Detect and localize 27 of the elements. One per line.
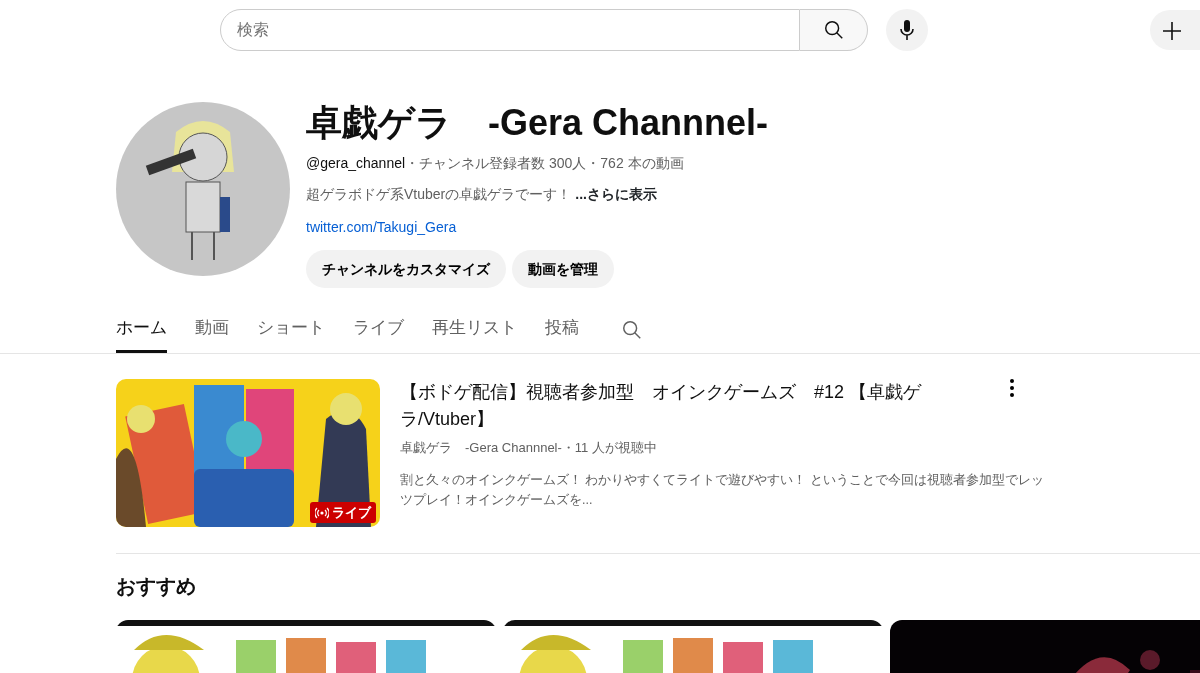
video-description: 割と久々のオインクゲームズ！ わかりやすくてライトで遊びやすい！ ということで今回は視聴者参加型でレッツプレイ！オインクゲームズを...	[400, 471, 1045, 509]
channel-tab[interactable]: 動画	[195, 305, 229, 354]
channel-meta: @gera_channel・チャンネル登録者数 300人・762 本の動画	[306, 154, 685, 174]
video-meta: 卓戯ゲラ -Gera Channnel-・11 人が視聴中	[400, 439, 658, 458]
channel-action-button[interactable]: 動画を管理	[512, 250, 614, 289]
channel-title: 卓戯ゲラ -Gera Channnel-	[306, 102, 769, 144]
search-field[interactable]: 検索	[220, 9, 800, 51]
search-icon[interactable]	[621, 319, 643, 342]
broadcast-icon	[315, 506, 329, 519]
search-button[interactable]	[800, 9, 868, 51]
plus-icon	[1162, 20, 1182, 41]
channel-tab[interactable]: ホーム	[116, 305, 167, 354]
twitter-link[interactable]: twitter.com/Takugi_Gera	[306, 217, 457, 239]
video-title[interactable]: 【ボドゲ配信】視聴者参加型 オインクゲームズ #12 【卓戯ゲラ/Vtuber】	[400, 379, 1000, 434]
channel-tab[interactable]: 再生リスト	[432, 305, 517, 354]
channel-tab[interactable]: 投稿	[545, 305, 579, 354]
section-heading: おすすめ	[115, 574, 197, 599]
search-icon	[822, 19, 845, 41]
live-label: ライブ	[332, 503, 371, 522]
channel-tab[interactable]: ショート	[257, 305, 325, 354]
channel-tab[interactable]: ライブ	[353, 305, 404, 354]
microphone-icon	[899, 19, 915, 41]
show-more-link[interactable]: ...さらに表示	[575, 184, 657, 206]
more-options-icon[interactable]	[1010, 379, 1014, 398]
microphone-button[interactable]	[886, 9, 928, 51]
channel-description: 超ゲラボドゲ系Vtuberの卓戯ゲラでーす！	[306, 185, 572, 205]
channel-action-button[interactable]: チャンネルをカスタマイズ	[306, 250, 506, 289]
